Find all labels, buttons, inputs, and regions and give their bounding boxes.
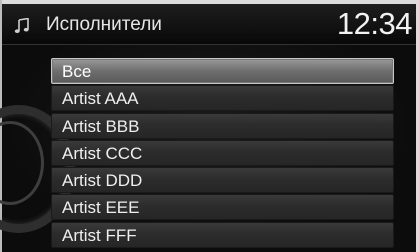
audio-screen: Исполнители 12:34 Все Artist AAA Artist … [0, 0, 419, 252]
music-note-icon [14, 18, 29, 33]
list-item-label: Artist FFF [62, 225, 137, 245]
list-item-artist-bbb[interactable]: Artist BBB [51, 112, 394, 139]
artist-list: Все Artist AAA Artist BBB Artist CCC Art… [51, 58, 394, 249]
list-item-label: Artist CCC [62, 143, 143, 163]
list-item-label: Artist DDD [62, 171, 143, 191]
header-bar: Исполнители 12:34 [2, 4, 416, 45]
list-item-label: Artist EEE [62, 198, 140, 218]
list-item-artist-fff[interactable]: Artist FFF [51, 221, 394, 248]
list-item-label: Artist BBB [62, 116, 140, 136]
clock-display: 12:34 [336, 6, 413, 41]
list-item-all[interactable]: Все [51, 58, 394, 84]
list-item-artist-eee[interactable]: Artist EEE [51, 194, 394, 221]
list-item-label: Все [62, 62, 92, 81]
list-area: Все Artist AAA Artist BBB Artist CCC Art… [0, 45, 416, 252]
list-item-artist-ccc[interactable]: Artist CCC [51, 139, 394, 166]
screen-title: Исполнители [46, 14, 162, 35]
list-item-artist-aaa[interactable]: Artist AAA [51, 85, 394, 112]
list-item-label: Artist AAA [62, 89, 139, 109]
list-item-artist-ddd[interactable]: Artist DDD [51, 167, 394, 194]
